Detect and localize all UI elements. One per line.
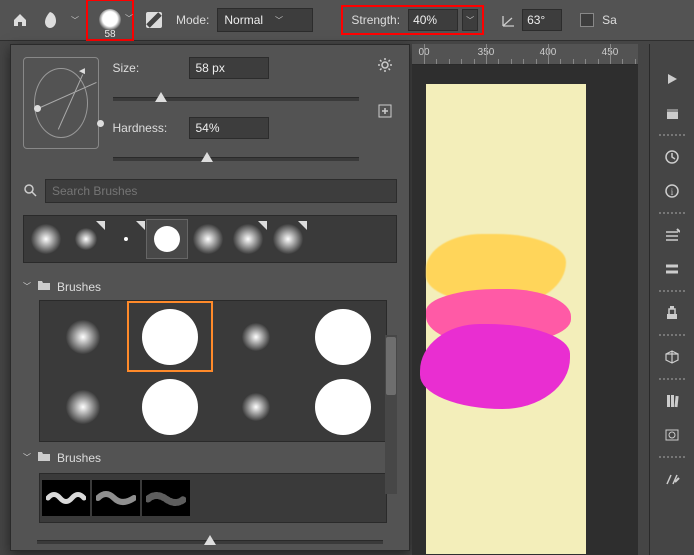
folder-label: Brushes	[57, 280, 101, 294]
folder-label: Brushes	[57, 451, 101, 465]
recent-brush-selected[interactable]	[146, 219, 188, 259]
size-input[interactable]: 58 px	[189, 57, 269, 79]
brush-search-input[interactable]	[45, 179, 397, 203]
horizontal-ruler: 00 350 400 450	[412, 44, 638, 65]
brush-thumb[interactable]	[40, 372, 127, 441]
canvas-area: 00 350 400 450	[412, 44, 638, 555]
svg-text:i: i	[671, 187, 674, 197]
chevron-down-icon: ﹀	[124, 13, 134, 24]
brush-thumb[interactable]	[300, 301, 387, 372]
hardness-input[interactable]: 54%	[189, 117, 269, 139]
texture-brush[interactable]	[142, 480, 190, 516]
modify-icon[interactable]	[654, 464, 690, 494]
texture-brush-row	[39, 473, 387, 523]
gear-icon[interactable]	[377, 57, 393, 76]
brush-settings-icon[interactable]	[140, 6, 168, 34]
paint-stroke-magenta	[420, 324, 570, 409]
right-panel-bar: i	[649, 44, 694, 555]
recent-brush[interactable]	[188, 220, 228, 258]
brush-grid	[39, 300, 387, 442]
brush-angle-control[interactable]: ◄	[23, 57, 99, 149]
recent-brush[interactable]	[228, 220, 268, 258]
brushes-panel-icon[interactable]	[654, 220, 690, 250]
strength-input[interactable]: 40%	[408, 9, 458, 31]
mode-label: Mode:	[176, 13, 209, 27]
size-slider[interactable]	[113, 91, 359, 105]
tool-dropdown[interactable]: ﹀	[70, 15, 80, 26]
size-label: Size:	[113, 61, 179, 75]
3d-icon[interactable]	[654, 342, 690, 372]
hardness-label: Hardness:	[113, 121, 179, 135]
brush-scrollbar[interactable]	[385, 335, 397, 494]
brush-folder-header-2[interactable]: ﹀ Brushes	[11, 446, 409, 469]
new-preset-icon[interactable]	[378, 104, 392, 121]
angle-icon[interactable]	[500, 6, 518, 34]
chevron-down-icon: ﹀	[23, 452, 31, 463]
recent-brushes-strip	[23, 215, 397, 263]
folder-icon	[37, 279, 51, 294]
home-icon[interactable]	[6, 6, 34, 34]
folder-icon	[37, 450, 51, 465]
brush-preset-panel: ◄ Size: 58 px Hardness: 54%	[10, 44, 410, 551]
brush-thumb[interactable]	[127, 372, 214, 441]
play-icon[interactable]	[654, 64, 690, 94]
recent-brush[interactable]	[106, 220, 146, 258]
info-icon[interactable]: i	[654, 176, 690, 206]
recent-brush[interactable]	[66, 220, 106, 258]
texture-brush[interactable]	[92, 480, 140, 516]
adjustments-icon[interactable]	[654, 420, 690, 450]
hardness-slider[interactable]	[113, 151, 359, 165]
clone-source-icon[interactable]	[654, 298, 690, 328]
brush-folder-header[interactable]: ﹀ Brushes	[11, 275, 409, 298]
texture-brush[interactable]	[42, 480, 90, 516]
recent-brush[interactable]	[268, 220, 308, 258]
search-icon	[23, 183, 37, 200]
history-icon[interactable]	[654, 142, 690, 172]
strength-group: Strength: 40% ﹀	[341, 5, 484, 35]
angle-input[interactable]: 63°	[522, 9, 562, 31]
preview-size-slider[interactable]	[37, 533, 383, 549]
calendar-icon[interactable]	[654, 98, 690, 128]
brush-thumb[interactable]	[213, 301, 300, 372]
sample-all-layers-checkbox[interactable]	[580, 13, 594, 27]
brush-size-indicator: 58	[88, 29, 132, 40]
strength-label: Strength:	[351, 13, 400, 27]
chevron-down-icon: ﹀	[23, 281, 31, 292]
brush-thumb[interactable]	[40, 301, 127, 372]
document-canvas[interactable]	[426, 84, 586, 554]
options-bar: ﹀ 58 ﹀ Mode: Normal ﹀ Strength: 40% ﹀ 63…	[0, 0, 694, 41]
sample-label: Sa	[602, 13, 617, 27]
brush-thumb-selected[interactable]	[127, 301, 214, 372]
mode-select[interactable]: Normal ﹀	[217, 8, 313, 32]
smudge-tool-icon[interactable]	[38, 6, 66, 34]
brush-thumb[interactable]	[213, 372, 300, 441]
chevron-down-icon: ﹀	[275, 15, 283, 26]
strength-dropdown[interactable]: ﹀	[462, 9, 478, 31]
mode-value: Normal	[224, 13, 263, 27]
libraries-icon[interactable]	[654, 386, 690, 416]
recent-brush[interactable]	[26, 220, 66, 258]
brush-thumb[interactable]	[300, 372, 387, 441]
brush-preset-picker[interactable]: 58 ﹀	[86, 0, 134, 41]
brush-settings-panel-icon[interactable]	[654, 254, 690, 284]
